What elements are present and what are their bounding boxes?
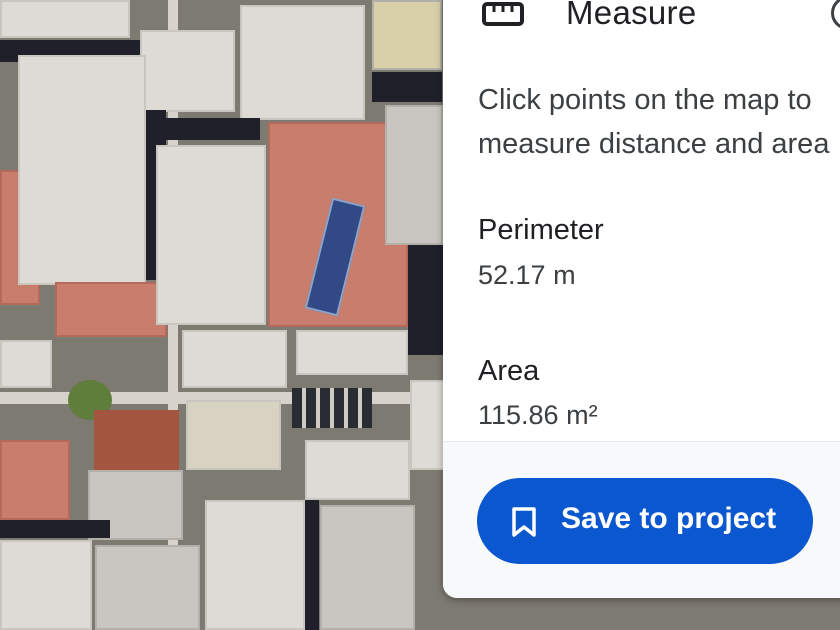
solar-array	[292, 388, 372, 428]
building-roof	[182, 330, 287, 388]
building-roof	[18, 55, 146, 285]
building-shadow	[372, 72, 442, 102]
panel-title: Measure	[566, 0, 697, 31]
building-roof	[385, 105, 443, 245]
building-roof	[296, 330, 408, 375]
building-shadow	[0, 520, 110, 538]
perimeter-value: 52.17 m	[478, 260, 576, 290]
measure-panel: Measure Click points on the map to measu…	[443, 0, 840, 598]
bookmark-icon	[512, 507, 536, 537]
building-roof	[305, 440, 410, 500]
area-value: 115.86 m²	[478, 400, 598, 430]
panel-description: Click points on the map to measure dista…	[478, 84, 830, 160]
perimeter-label: Perimeter	[478, 214, 604, 246]
building-roof	[0, 540, 92, 630]
building-roof	[0, 440, 70, 520]
building-shadow	[150, 118, 260, 140]
building-roof	[240, 5, 365, 120]
help-icon[interactable]	[831, 0, 840, 30]
building-roof	[94, 410, 179, 470]
building-roof	[186, 400, 281, 470]
building-roof	[140, 30, 235, 112]
building-roof	[410, 380, 445, 470]
building-roof	[320, 505, 415, 630]
building-roof	[0, 0, 130, 38]
panel-header: Measure	[443, 0, 840, 48]
ruler-icon	[482, 2, 524, 26]
building-roof	[0, 340, 52, 388]
save-button-label: Save to project	[561, 502, 777, 535]
building-shadow	[305, 500, 319, 630]
building-shadow	[408, 245, 443, 355]
building-roof	[156, 145, 266, 325]
building-roof	[55, 282, 167, 337]
building-roof	[372, 0, 442, 70]
save-to-project-button[interactable]: Save to project	[477, 478, 813, 564]
area-label: Area	[478, 355, 540, 387]
building-roof	[95, 545, 200, 630]
panel-footer: Save to project	[443, 441, 840, 598]
building-roof	[205, 500, 305, 630]
